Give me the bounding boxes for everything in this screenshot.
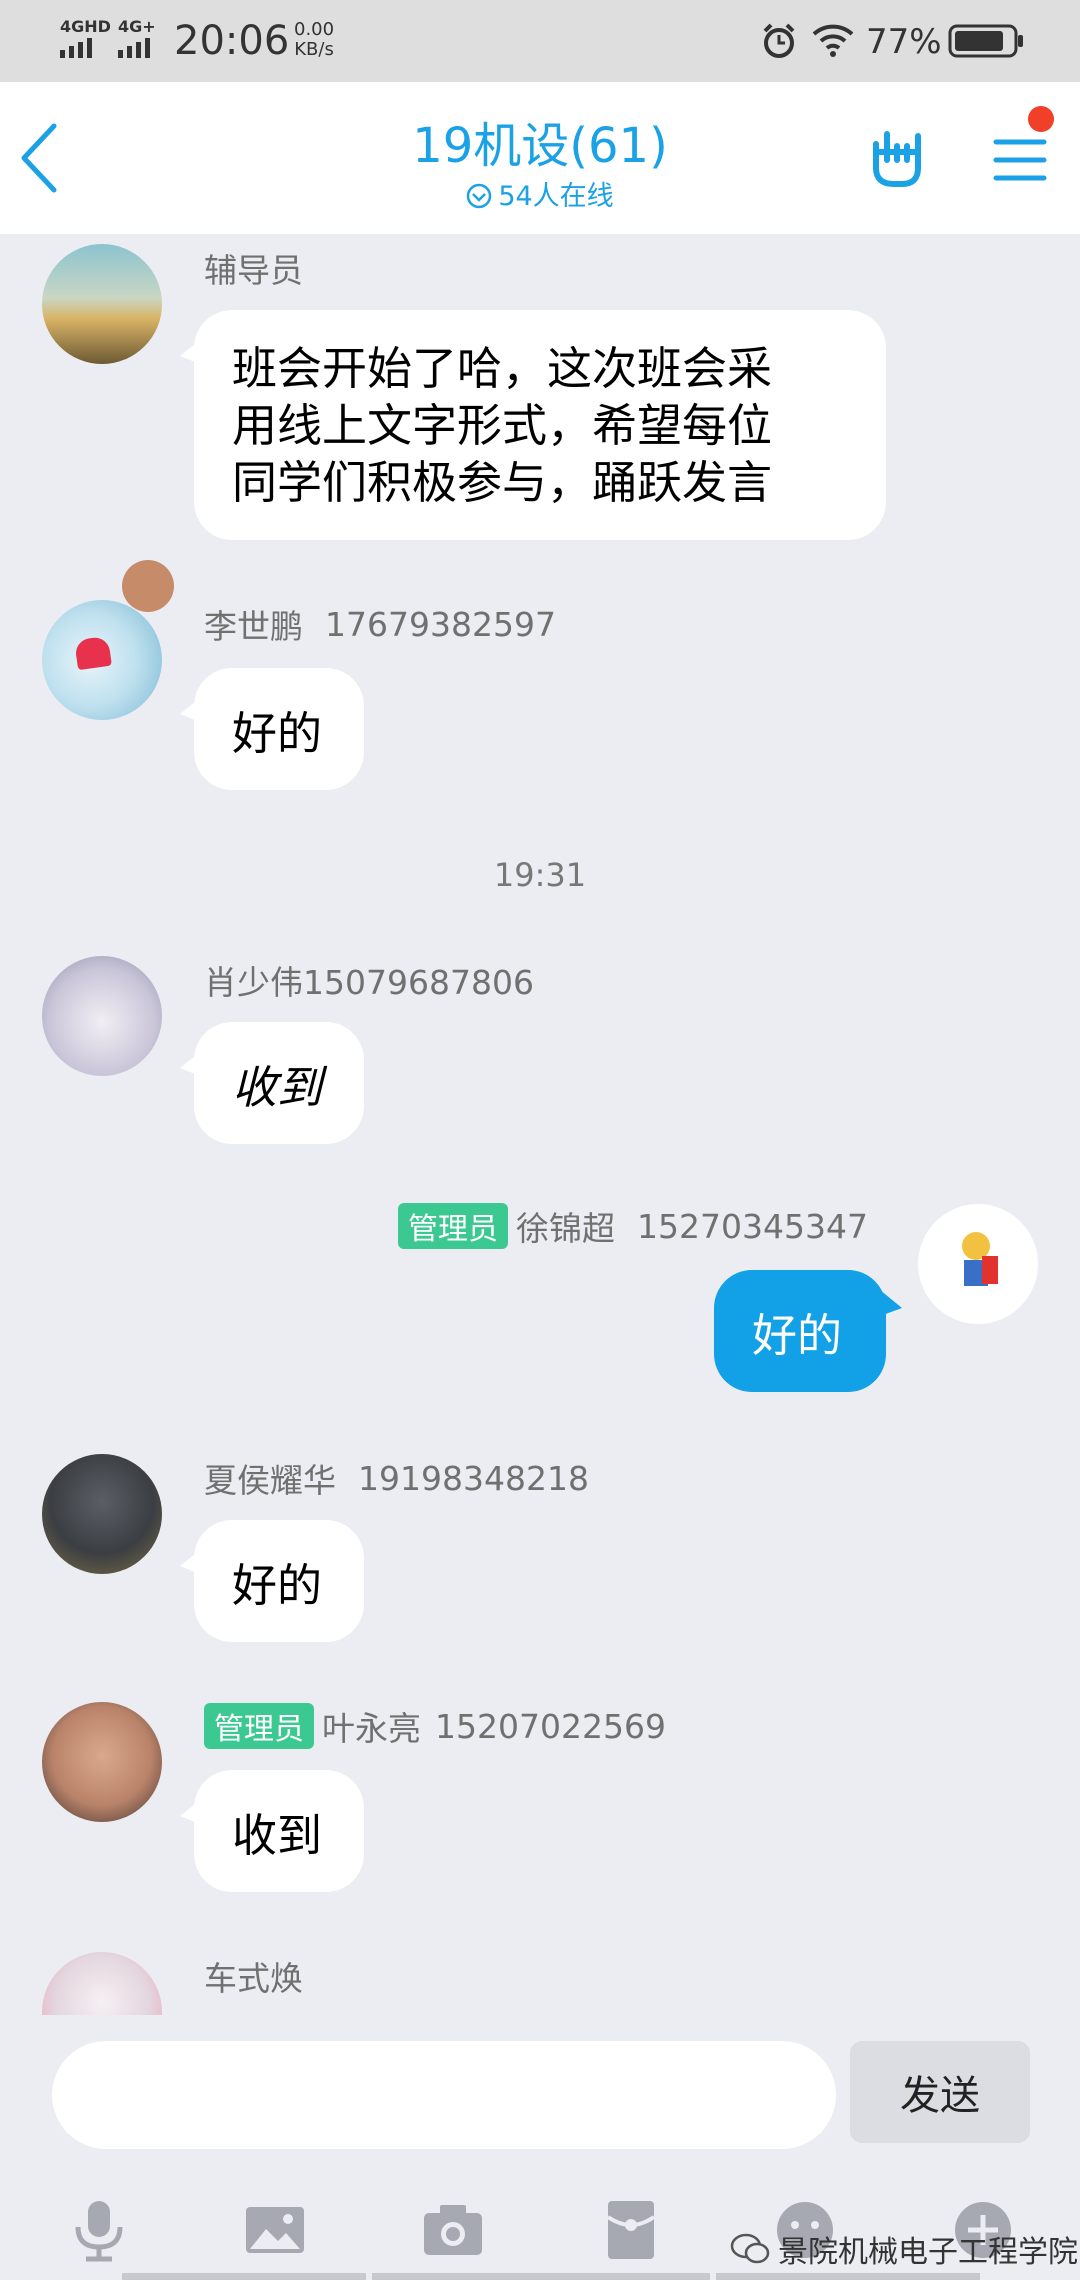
message-input[interactable] <box>52 2041 836 2149</box>
message-text: 好的 <box>752 1308 843 1362</box>
status-bar: 4GHD 4G+ 20:06 0.00 KB/s 77% <box>0 0 1080 82</box>
sender-phone: 15270345347 <box>637 1206 868 1246</box>
sender-label: 夏侯耀华 <box>204 1461 336 1500</box>
send-button[interactable]: 发送 <box>850 2041 1030 2143</box>
sender-name: 管理员 叶永亮 15207022569 <box>204 1702 666 1750</box>
avatar[interactable] <box>918 1204 1038 1324</box>
sender-name: 车式焕 <box>204 1952 303 2000</box>
hand-gesture-icon[interactable] <box>866 124 928 190</box>
network-indicator-1: 4GHD <box>60 17 111 36</box>
sender-label: 叶永亮 <box>322 1709 421 1748</box>
sender-name: 管理员 徐锦超 15270345347 <box>398 1202 868 1250</box>
sender-phone: 19198348218 <box>358 1458 589 1498</box>
sender-label: 车式焕 <box>204 1959 303 1998</box>
avatar[interactable] <box>42 600 162 720</box>
sender-phone: 17679382597 <box>325 604 556 644</box>
network-indicator-2: 4G+ <box>118 17 156 36</box>
tab-indicator <box>716 2273 980 2280</box>
tab-indicator <box>372 2273 710 2280</box>
message-bubble[interactable]: 好的 <box>180 1520 364 1642</box>
message-text: 好的 <box>232 1558 323 1612</box>
image-icon[interactable] <box>240 2195 310 2265</box>
message-line: 用线上文字形式，希望每位 <box>232 398 773 452</box>
sender-name: 夏侯耀华 19198348218 <box>204 1454 589 1502</box>
watermark-text: 景院机械电子工程学院 <box>778 2235 1078 2270</box>
avatar[interactable] <box>42 1702 162 1822</box>
microphone-icon[interactable] <box>64 2195 134 2265</box>
watermark: 景院机械电子工程学院 <box>730 2227 1078 2271</box>
signal-bars-2-icon <box>118 38 150 58</box>
message-bubble[interactable]: 收到 <box>180 1770 364 1892</box>
admin-badge: 管理员 <box>398 1203 509 1249</box>
message-bubble[interactable]: 班会开始了哈，这次班会采 用线上文字形式，希望每位 同学们积极参与，踊跃发言 <box>180 310 886 540</box>
camera-icon[interactable] <box>418 2195 488 2265</box>
clock: 20:06 <box>174 18 290 64</box>
message-text: 收到 <box>232 1060 323 1114</box>
signal-bars-1-icon <box>60 38 92 58</box>
online-count-label: 54人在线 <box>498 181 614 212</box>
sender-label: 徐锦超 <box>516 1209 616 1248</box>
message-bubble[interactable]: 好的 <box>714 1270 902 1392</box>
chevron-circle-icon <box>467 183 492 209</box>
message-line: 同学们积极参与，踊跃发言 <box>232 455 773 509</box>
sender-name: 李世鹏 17679382597 <box>204 600 556 648</box>
tab-indicator <box>122 2273 366 2280</box>
message-bubble[interactable]: 收到 <box>180 1022 364 1144</box>
notification-dot <box>1028 106 1054 132</box>
battery-percent: 77% <box>866 22 942 62</box>
net-speed: 0.00 KB/s <box>294 19 335 60</box>
sender-label: 辅导员 <box>204 251 303 290</box>
avatar-figure-cape <box>982 1256 998 1284</box>
avatar[interactable] <box>42 1454 162 1574</box>
heart-icon <box>74 635 112 671</box>
message-text: 收到 <box>232 1808 323 1862</box>
avatar[interactable] <box>42 1952 162 2015</box>
alarm-icon <box>763 23 795 58</box>
avatar-overlay-face <box>122 560 174 612</box>
wechat-icon <box>730 2233 770 2264</box>
wifi-icon <box>812 24 854 57</box>
admin-badge: 管理员 <box>204 1703 314 1749</box>
time-divider: 19:31 <box>493 856 587 894</box>
sender-name: 辅导员 <box>204 244 303 292</box>
message-bubble[interactable]: 好的 <box>180 668 364 790</box>
sender-name: 肖少伟15079687806 <box>204 956 534 1004</box>
sender-phone: 15207022569 <box>435 1706 666 1746</box>
message-line: 班会开始了哈，这次班会采 <box>232 341 773 395</box>
avatar[interactable] <box>42 956 162 1076</box>
chat-header: 19机设(61) 54人在线 <box>0 82 1080 234</box>
battery-icon <box>948 24 1023 58</box>
sender-label: 肖少伟15079687806 <box>204 963 534 1002</box>
red-packet-icon[interactable] <box>596 2195 666 2265</box>
avatar[interactable] <box>42 244 162 364</box>
message-text: 好的 <box>232 706 323 760</box>
input-area: 发送 景院机械电子工程学院 <box>0 2015 1080 2280</box>
menu-icon[interactable] <box>992 132 1050 188</box>
sender-label: 李世鹏 <box>204 607 303 646</box>
